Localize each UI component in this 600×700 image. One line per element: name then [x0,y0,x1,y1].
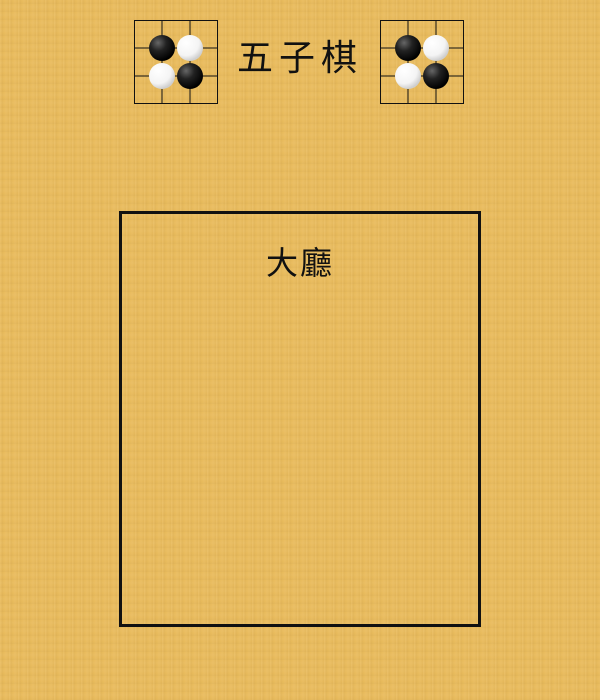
black-stone-icon [177,63,203,89]
lobby-panel: 大廳 [119,211,481,627]
white-stone-icon [395,63,421,89]
white-stone-icon [423,35,449,61]
gomoku-board-icon [134,20,218,104]
gomoku-board-icon [380,20,464,104]
page-title: 五子棋 [236,38,363,79]
lobby-title: 大廳 [265,244,334,282]
lobby-room-list [132,294,468,614]
white-stone-icon [177,35,203,61]
black-stone-icon [395,35,421,61]
black-stone-icon [149,35,175,61]
gomoku-board-right-graphic [380,20,464,104]
white-stone-icon [149,63,175,89]
gomoku-board-left-graphic [134,20,218,104]
black-stone-icon [423,63,449,89]
